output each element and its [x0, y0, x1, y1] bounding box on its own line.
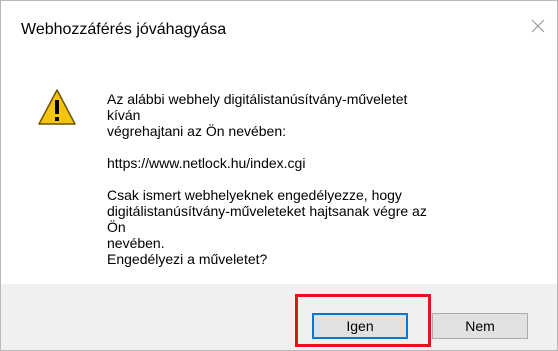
confirmation-question: Engedélyezi a műveletet?	[107, 251, 268, 267]
warning-icon	[38, 89, 76, 125]
button-bar: Igen Nem	[1, 284, 557, 350]
site-url: https://www.netlock.hu/index.cgi	[107, 155, 306, 171]
yes-button[interactable]: Igen	[312, 313, 408, 339]
message-line: végrehajtani az Ön nevében:	[107, 123, 287, 139]
message-line: digitálistanúsítvány-műveleteket hajtsan…	[107, 203, 427, 235]
no-button[interactable]: Nem	[432, 313, 528, 339]
message-line: Csak ismert webhelyeknek engedélyezze, h…	[107, 187, 402, 203]
close-icon[interactable]	[525, 13, 551, 39]
message-line: nevében.	[107, 235, 165, 251]
dialog-message: Az alábbi webhely digitálistanúsítvány-m…	[107, 91, 437, 267]
message-line: Az alábbi webhely digitálistanúsítvány-m…	[107, 91, 408, 123]
dialog-title: Webhozzáférés jóváhagyása	[21, 21, 227, 38]
approval-dialog: Webhozzáférés jóváhagyása Az alábbi webh…	[0, 0, 558, 351]
